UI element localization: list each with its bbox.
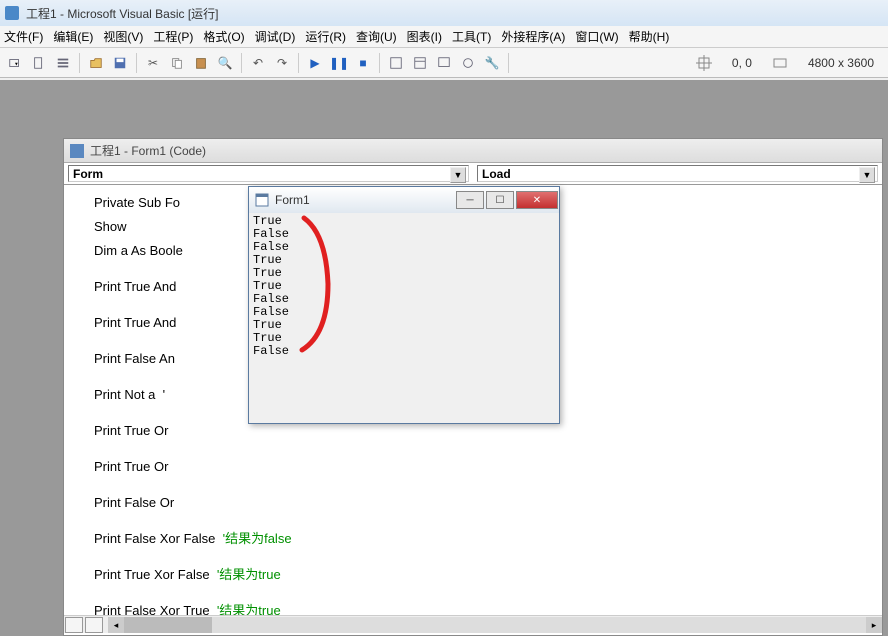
properties-button[interactable] <box>409 52 431 74</box>
menu-debug[interactable]: 调试(D) <box>255 28 296 45</box>
find-button[interactable]: 🔍 <box>214 52 236 74</box>
menu-format[interactable]: 格式(O) <box>203 28 244 45</box>
minimize-button[interactable]: ─ <box>456 191 484 209</box>
menu-tools[interactable]: 工具(T) <box>452 28 491 45</box>
position-icon <box>696 55 712 71</box>
close-button[interactable]: ✕ <box>516 191 558 209</box>
object-dropdown[interactable]: Form ▼ <box>68 165 469 182</box>
size-icon <box>772 55 788 71</box>
size-readout: 4800 x 3600 <box>798 56 884 70</box>
cut-button[interactable]: ✂ <box>142 52 164 74</box>
form-layout-button[interactable] <box>433 52 455 74</box>
chevron-down-icon[interactable]: ▼ <box>450 167 466 183</box>
menu-project[interactable]: 工程(P) <box>153 28 193 45</box>
form-icon <box>255 193 269 207</box>
toolbox-button[interactable]: 🔧 <box>481 52 503 74</box>
break-button[interactable]: ❚❚ <box>328 52 350 74</box>
separator <box>508 53 509 73</box>
form1-runtime-window[interactable]: Form1 ─ ☐ ✕ True False False True True T… <box>248 186 560 424</box>
start-button[interactable]: ▶ <box>304 52 326 74</box>
menu-addins[interactable]: 外接程序(A) <box>501 28 565 45</box>
menu-run[interactable]: 运行(R) <box>305 28 346 45</box>
app-titlebar: 工程1 - Microsoft Visual Basic [运行] <box>0 0 888 26</box>
position-readout: 0, 0 <box>722 56 762 70</box>
full-module-view-button[interactable] <box>85 617 103 633</box>
redo-button[interactable]: ↷ <box>271 52 293 74</box>
scroll-right-arrow[interactable]: ▸ <box>866 617 882 633</box>
form1-titlebar[interactable]: Form1 ─ ☐ ✕ <box>249 187 559 213</box>
menu-diagram[interactable]: 图表(I) <box>407 28 442 45</box>
separator <box>379 53 380 73</box>
app-title: 工程1 - Microsoft Visual Basic [运行] <box>26 5 219 22</box>
maximize-button[interactable]: ☐ <box>486 191 514 209</box>
code-window-footer: ◂ ▸ <box>64 615 882 633</box>
add-item-button[interactable] <box>28 52 50 74</box>
procedure-view-button[interactable] <box>65 617 83 633</box>
open-button[interactable] <box>85 52 107 74</box>
scroll-thumb[interactable] <box>124 617 212 633</box>
menu-help[interactable]: 帮助(H) <box>629 28 670 45</box>
undo-button[interactable]: ↶ <box>247 52 269 74</box>
object-browser-button[interactable] <box>457 52 479 74</box>
chevron-down-icon[interactable]: ▼ <box>859 167 875 183</box>
mdi-client-area: 工程1 - Form1 (Code) Form ▼ Load ▼ Private… <box>0 80 888 636</box>
procedure-dropdown[interactable]: Load ▼ <box>477 165 878 182</box>
menu-query[interactable]: 查询(U) <box>356 28 397 45</box>
menu-bar: 文件(F) 编辑(E) 视图(V) 工程(P) 格式(O) 调试(D) 运行(R… <box>0 26 888 48</box>
save-button[interactable] <box>109 52 131 74</box>
separator <box>136 53 137 73</box>
separator <box>298 53 299 73</box>
copy-button[interactable] <box>166 52 188 74</box>
svg-text:▾: ▾ <box>15 61 18 67</box>
menu-window[interactable]: 窗口(W) <box>575 28 618 45</box>
code-icon <box>70 144 84 158</box>
add-project-button[interactable]: ▾ <box>4 52 26 74</box>
form1-client-area[interactable]: True False False True True True False Fa… <box>249 213 559 423</box>
toolbar: ▾ ✂ 🔍 ↶ ↷ ▶ ❚❚ ■ 🔧 0, 0 4800 x 3600 <box>0 48 888 78</box>
separator <box>241 53 242 73</box>
menu-editor-button[interactable] <box>52 52 74 74</box>
procedure-dropdown-value: Load <box>482 167 511 181</box>
horizontal-scrollbar[interactable]: ◂ ▸ <box>108 617 882 633</box>
project-explorer-button[interactable] <box>385 52 407 74</box>
menu-view[interactable]: 视图(V) <box>103 28 143 45</box>
vb-icon <box>4 5 20 21</box>
scroll-left-arrow[interactable]: ◂ <box>108 617 124 633</box>
code-window-titlebar[interactable]: 工程1 - Form1 (Code) <box>64 139 882 163</box>
paste-button[interactable] <box>190 52 212 74</box>
separator <box>79 53 80 73</box>
end-button[interactable]: ■ <box>352 52 374 74</box>
form1-title-text: Form1 <box>275 193 310 207</box>
object-dropdown-value: Form <box>73 167 103 181</box>
menu-file[interactable]: 文件(F) <box>4 28 43 45</box>
menu-edit[interactable]: 编辑(E) <box>53 28 93 45</box>
code-window-title: 工程1 - Form1 (Code) <box>90 142 206 159</box>
